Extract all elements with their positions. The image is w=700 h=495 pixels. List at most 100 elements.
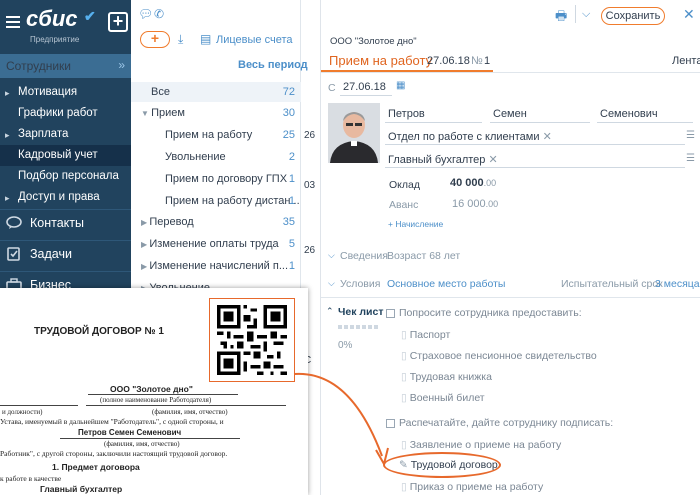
create-button[interactable]: + xyxy=(108,12,128,32)
sidebar-item-hr[interactable]: Кадровый учет xyxy=(0,145,131,166)
department-chip: Отдел по работе с клиентами xyxy=(388,131,540,143)
first-name-field[interactable]: Семен xyxy=(490,106,590,123)
list-item-all[interactable]: Все 72 xyxy=(131,82,301,102)
expand-icon[interactable]: ▼ xyxy=(141,109,151,118)
from-date-field[interactable]: 27.06.18 xyxy=(340,79,392,96)
list-icon[interactable]: ☰ xyxy=(686,153,695,164)
remove-icon[interactable]: ✕ xyxy=(488,154,497,166)
sidebar-item-label: Контакты xyxy=(30,216,84,230)
probation-label: Испытательный срок xyxy=(561,278,663,290)
chevron-up-icon[interactable]: ⌃ xyxy=(326,306,334,317)
employee-photo[interactable] xyxy=(328,103,380,163)
sidebar-item-access[interactable]: ▸ Доступ и права xyxy=(0,187,131,208)
contract-line: и должности) xyxy=(2,408,43,416)
info-label[interactable]: Сведения xyxy=(340,250,388,262)
checklist-item[interactable]: ▯ Приказ о приеме на работу xyxy=(401,481,543,493)
contract-section: 1. Предмет договора xyxy=(52,462,140,472)
list-item-count: 35 xyxy=(282,216,295,228)
add-document-button[interactable]: + xyxy=(140,31,170,48)
logo[interactable]: сбис xyxy=(26,6,78,32)
chevron-down-icon[interactable]: ⌵ xyxy=(328,278,335,289)
checklist-item-label: Трудовая книжка xyxy=(409,371,492,383)
add-accrual-link[interactable]: + Начисление xyxy=(388,219,443,229)
sidebar-item-salary[interactable]: ▸ Зарплата xyxy=(0,124,131,145)
last-name-field[interactable]: Петров xyxy=(385,106,482,123)
accounts-link[interactable]: Лицевые счета xyxy=(216,34,292,46)
list-item-transfer[interactable]: ▶ Перевод 35 xyxy=(131,212,301,232)
conditions-value[interactable]: Основное место работы xyxy=(387,278,505,290)
sidebar-item-label: Подбор персонала xyxy=(18,170,119,182)
doc-number[interactable]: 1 xyxy=(484,55,490,67)
list-item-label: Прием по договору ГПХ xyxy=(165,173,288,185)
list-item-label: Все xyxy=(151,86,170,98)
list-item-label: Изменение оплаты труда xyxy=(149,238,279,250)
list-item-dismissal[interactable]: Увольнение 2 xyxy=(131,147,301,167)
phone-icon[interactable]: ✆ xyxy=(154,7,164,21)
hamburger-menu-icon[interactable] xyxy=(6,16,20,28)
sidebar-item-tasks[interactable]: Задачи xyxy=(0,240,131,268)
sidebar-item-label: Графики работ xyxy=(18,107,98,119)
close-icon[interactable]: ✕ xyxy=(683,6,695,23)
doc-number-label: № xyxy=(471,55,483,67)
checklist-item-contract[interactable]: ✎ Трудовой договор xyxy=(399,459,498,471)
list-item-gph[interactable]: Прием по договору ГПХ 1 xyxy=(131,169,301,189)
advance-value[interactable]: 16 000.00 xyxy=(452,198,498,210)
divider xyxy=(0,405,78,406)
chat-icon[interactable]: 💬︎ xyxy=(138,7,153,21)
checklist-item[interactable]: ▯ Паспорт xyxy=(401,329,450,341)
save-button[interactable]: Сохранить xyxy=(601,7,665,25)
remove-icon[interactable]: ✕ xyxy=(543,131,552,143)
list-item-hiring[interactable]: ▼ Прием 30 xyxy=(131,103,301,123)
department-field[interactable]: Отдел по работе с клиентами ✕ xyxy=(385,128,685,145)
salary-amount: 40 000 xyxy=(450,177,484,189)
divider xyxy=(321,297,700,298)
contract-employee-note: (фамилия, имя, отчество) xyxy=(104,440,180,448)
checklist-item[interactable]: ▯ Заявление о приеме на работу xyxy=(401,439,561,451)
checklist-progress: 0% xyxy=(338,340,353,351)
list-item-label: Перевод xyxy=(149,216,194,228)
list-item-accrual-change[interactable]: ▶ Изменение начислений п... 1 xyxy=(131,256,301,276)
ask-checkbox[interactable] xyxy=(386,309,395,318)
checklist-item[interactable]: ▯ Военный билет xyxy=(401,392,485,404)
sidebar-item-schedules[interactable]: Графики работ xyxy=(0,103,131,124)
list-item-count: 5 xyxy=(288,238,295,250)
download-icon[interactable]: ⤓ xyxy=(178,32,183,47)
sidebar-item-contacts[interactable]: Контакты xyxy=(0,209,131,237)
list-item-pay-change[interactable]: ▶ Изменение оплаты труда 5 xyxy=(131,234,301,254)
checklist-item[interactable]: ▯ Трудовая книжка xyxy=(401,371,492,383)
checklist-progress-bar xyxy=(338,325,380,329)
middle-name-field[interactable]: Семенович xyxy=(597,106,693,123)
probation-value[interactable]: 3 месяца xyxy=(655,278,700,290)
collapse-icon[interactable]: » xyxy=(118,58,125,72)
advance-amount: 16 000 xyxy=(452,198,486,210)
checklist-item[interactable]: ▯ Страховое пенсионное свидетельство xyxy=(401,350,597,362)
salary-decimals: .00 xyxy=(483,178,497,188)
calendar-icon[interactable]: ▦ xyxy=(396,80,405,91)
sidebar-section-header[interactable]: Сотрудники » xyxy=(0,54,131,78)
chevron-down-icon[interactable]: ⌵ xyxy=(582,8,590,21)
tab-feed[interactable]: Лента xyxy=(672,55,700,67)
position-field[interactable]: Главный бухгалтер ✕ xyxy=(385,151,685,168)
chevron-down-icon[interactable]: ⌵ xyxy=(328,250,335,261)
printer-icon[interactable]: 🖶︎ xyxy=(555,7,567,29)
list-icon[interactable]: ☰ xyxy=(686,130,695,141)
sidebar-item-motivation[interactable]: ▸ Мотивация xyxy=(0,82,131,103)
checklist-item-label: Заявление о приеме на работу xyxy=(409,439,562,451)
document-icon: ▯ xyxy=(401,371,410,383)
checklist-label[interactable]: Чек лист xyxy=(338,306,384,318)
bullet-icon: ▸ xyxy=(5,88,10,98)
document-icon: ▯ xyxy=(401,392,410,404)
contract-line: к работе в качестве xyxy=(0,474,62,483)
conditions-label[interactable]: Условия xyxy=(340,278,380,290)
sidebar-item-recruiting[interactable]: Подбор персонала xyxy=(0,166,131,187)
bullet-icon: ▸ xyxy=(5,130,10,140)
salary-label: Оклад xyxy=(389,179,420,191)
period-filter[interactable]: Весь период xyxy=(238,59,308,71)
list-item-hiring-job[interactable]: Прием на работу 25 xyxy=(131,125,301,145)
chat-icon xyxy=(6,216,22,229)
salary-value[interactable]: 40 000.00 xyxy=(450,177,496,189)
doc-date[interactable]: 27.06.18 xyxy=(427,55,470,67)
list-item-remote[interactable]: Прием на работу дистан... 1 xyxy=(131,191,301,211)
organization-name[interactable]: ООО "Золотое дно" xyxy=(330,36,417,47)
sidebar-item-label: Кадровый учет xyxy=(18,149,98,161)
